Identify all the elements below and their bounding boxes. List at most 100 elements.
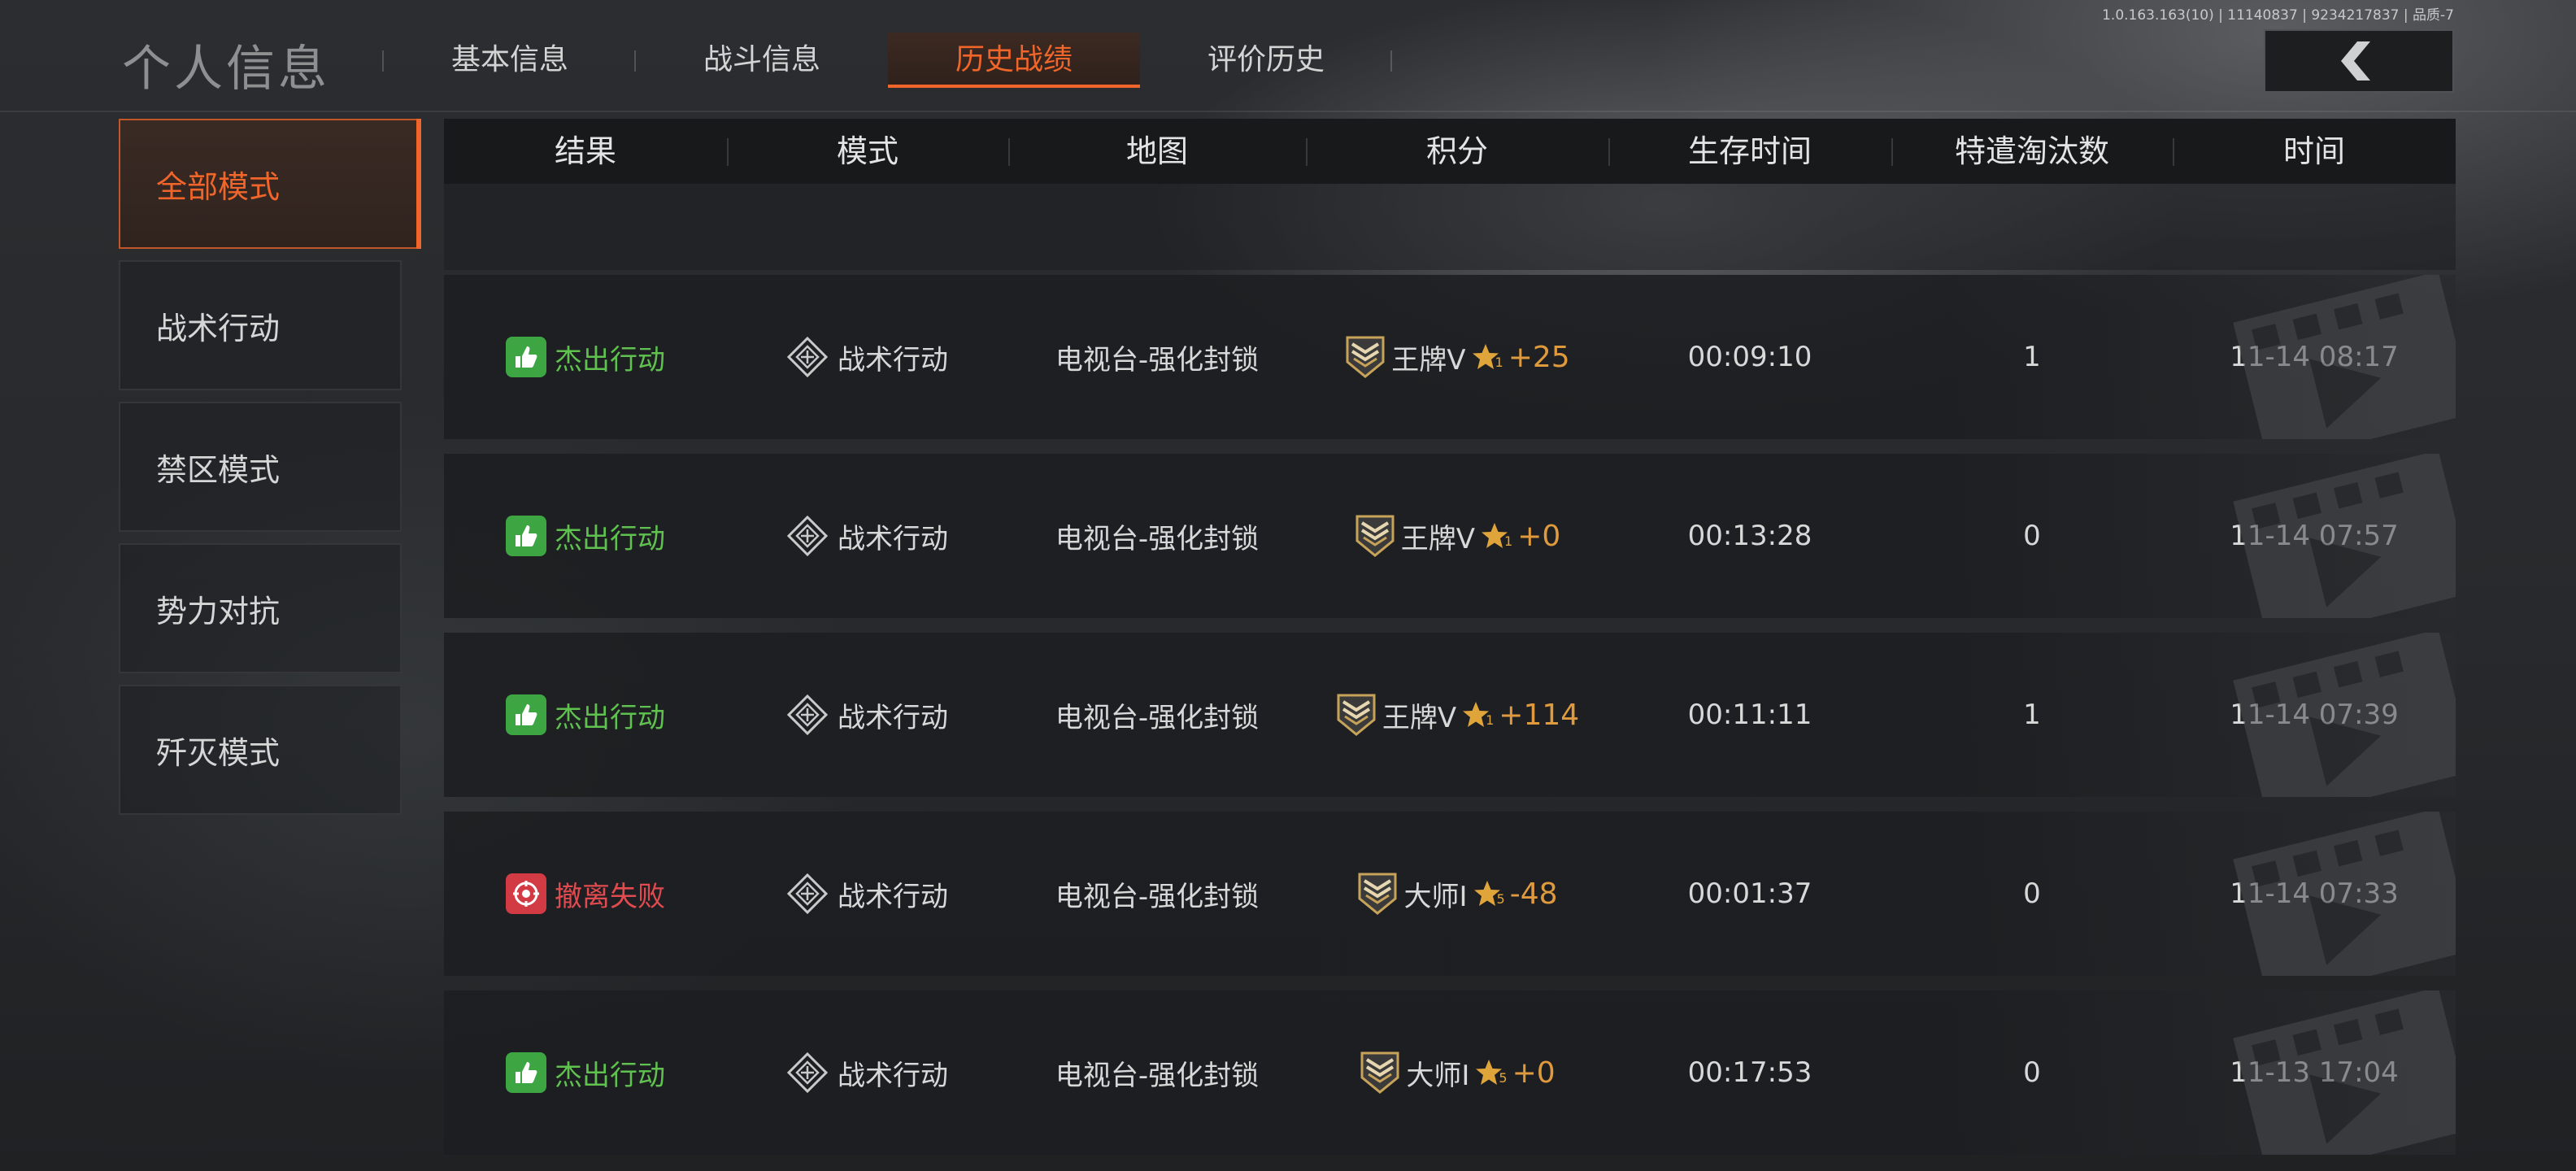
star-icon: 5: [1473, 879, 1505, 908]
kill-count: 1: [2023, 341, 2041, 373]
map-text: 电视台-强化封锁: [1055, 522, 1260, 555]
top-bar: 个人信息 基本信息 战斗信息 历史战绩 评价历史 1.0.163.163(10)…: [0, 0, 2576, 112]
sidebar-item-faction[interactable]: 势力对抗: [119, 543, 402, 673]
table-spacer: [444, 184, 2456, 270]
thumbs-up-icon: [506, 1052, 546, 1093]
mode-text: 战术行动: [838, 701, 948, 734]
score-delta: +0: [1512, 1056, 1556, 1090]
result-cell: 杰出行动: [444, 275, 727, 439]
sidebar-item-label: 势力对抗: [156, 593, 281, 629]
star-level: 5: [1496, 891, 1505, 907]
map-text: 电视台-强化封锁: [1055, 343, 1260, 377]
result-text: 撤离失败: [555, 880, 665, 913]
star-level: 5: [1499, 1070, 1508, 1086]
score-delta: -48: [1509, 877, 1558, 911]
result-text: 杰出行动: [555, 1059, 665, 1092]
mode-cell: 战术行动: [727, 812, 1008, 976]
table-row[interactable]: 杰出行动 战术行动 电视台-强化封锁 王牌V: [444, 454, 2456, 618]
tab-combat-info[interactable]: 战斗信息: [636, 33, 888, 88]
column-header: 生存时间: [1608, 119, 1891, 184]
survival-cell: 00:13:28: [1608, 454, 1891, 618]
result-label: 杰出行动: [506, 337, 665, 377]
tab-divider: [1390, 50, 1392, 72]
tactical-mode-icon: [787, 337, 828, 377]
column-header: 结果: [554, 133, 616, 169]
rank-badge-icon: [1346, 336, 1385, 378]
mode-text: 战术行动: [838, 522, 948, 555]
mode-cell: 战术行动: [727, 990, 1008, 1155]
film-strip-icon: [2212, 275, 2456, 439]
map-text: 电视台-强化封锁: [1055, 1059, 1260, 1092]
table-row[interactable]: 杰出行动 战术行动 电视台-强化封锁 大师I 5 +0 00:17:53 0: [444, 990, 2456, 1155]
film-strip-icon: [2212, 812, 2456, 976]
map-cell: 电视台-强化封锁: [1008, 275, 1306, 439]
survival-time: 00:01:37: [1687, 877, 1812, 910]
result-label: 撤离失败: [506, 873, 665, 914]
map-cell: 电视台-强化封锁: [1008, 990, 1306, 1155]
result-text: 杰出行动: [555, 522, 665, 555]
result-cell: 杰出行动: [444, 633, 727, 797]
film-strip-icon: [2212, 633, 2456, 797]
star-level: 1: [1504, 533, 1513, 549]
survival-cell: 00:01:37: [1608, 812, 1891, 976]
sidebar-item-restricted[interactable]: 禁区模式: [119, 402, 402, 532]
thumbs-up-icon: [506, 337, 546, 377]
map-cell: 电视台-强化封锁: [1008, 633, 1306, 797]
map-cell: 电视台-强化封锁: [1008, 454, 1306, 618]
table-row[interactable]: 撤离失败 战术行动 电视台-强化封锁 大师I 5 -48 00:01:37 0: [444, 812, 2456, 976]
result-text: 杰出行动: [555, 701, 665, 734]
score-delta: +114: [1499, 698, 1580, 732]
map-text: 电视台-强化封锁: [1055, 880, 1260, 913]
star-icon: 1: [1461, 700, 1494, 729]
rank-text: 大师I: [1403, 880, 1468, 913]
kills-cell: 1: [1891, 633, 2173, 797]
rank-text: 王牌V: [1400, 522, 1475, 555]
mode-text: 战术行动: [838, 343, 948, 377]
survival-cell: 00:11:11: [1608, 633, 1891, 797]
tactical-mode-icon: [787, 873, 828, 914]
result-cell: 撤离失败: [444, 812, 727, 976]
survival-time: 00:11:11: [1687, 699, 1812, 731]
thumbs-up-icon: [506, 516, 546, 556]
score-delta: +0: [1517, 519, 1561, 553]
star-level: 1: [1495, 355, 1503, 370]
mode-cell: 战术行动: [727, 454, 1008, 618]
rank-text: 大师I: [1406, 1059, 1470, 1092]
table-row[interactable]: 杰出行动 战术行动 电视台-强化封锁 王牌V: [444, 275, 2456, 439]
sidebar-item-tactical[interactable]: 战术行动: [119, 260, 402, 390]
tab-rating-history[interactable]: 评价历史: [1140, 33, 1392, 88]
sidebar-item-label: 战术行动: [156, 310, 281, 346]
table-row[interactable]: 杰出行动 战术行动 电视台-强化封锁 王牌V: [444, 633, 2456, 797]
tactical-mode-icon: [787, 1052, 828, 1093]
sidebar-item-annihilation[interactable]: 歼灭模式: [119, 685, 402, 815]
tab-basic-info[interactable]: 基本信息: [384, 33, 636, 88]
back-button[interactable]: [2264, 29, 2454, 93]
rank-badge-icon: [1358, 873, 1397, 915]
column-header: 时间: [2173, 119, 2456, 184]
star-icon: 1: [1471, 342, 1503, 372]
column-header: 特遣淘汰数: [1891, 119, 2173, 184]
kill-count: 0: [2023, 1056, 2041, 1089]
kills-cell: 0: [1891, 454, 2173, 618]
film-strip-icon: [2212, 990, 2456, 1155]
tab-match-history[interactable]: 历史战绩: [888, 33, 1140, 88]
column-header: 积分: [1306, 119, 1608, 184]
film-strip-icon: [2212, 454, 2456, 618]
kill-count: 1: [2023, 699, 2041, 731]
result-label: 杰出行动: [506, 516, 665, 556]
result-label: 杰出行动: [506, 694, 665, 735]
map-cell: 电视台-强化封锁: [1008, 812, 1306, 976]
kill-count: 0: [2023, 877, 2041, 910]
rank-text: 王牌V: [1391, 343, 1466, 377]
result-text: 杰出行动: [555, 343, 665, 377]
survival-cell: 00:17:53: [1608, 990, 1891, 1155]
star-icon: 5: [1474, 1058, 1508, 1087]
score-cell: 大师I 5 -48: [1306, 812, 1608, 976]
star-level: 1: [1486, 712, 1495, 728]
sidebar-item-all-modes[interactable]: 全部模式: [119, 119, 421, 249]
star-icon: 1: [1480, 521, 1512, 551]
rank-badge-icon: [1355, 515, 1395, 557]
kills-cell: 0: [1891, 990, 2173, 1155]
kills-cell: 0: [1891, 812, 2173, 976]
result-label: 杰出行动: [506, 1052, 665, 1093]
